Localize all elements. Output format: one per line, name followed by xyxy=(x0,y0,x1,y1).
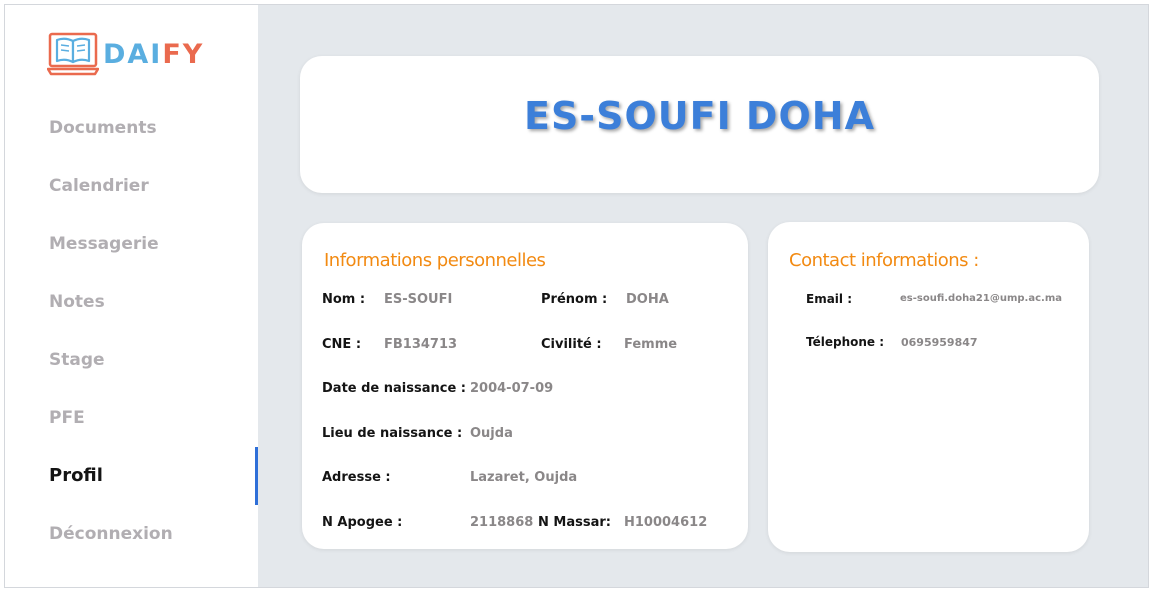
sidebar-item-calendrier[interactable]: Calendrier xyxy=(5,157,258,215)
phone-value: 0695959847 xyxy=(901,336,978,349)
sidebar: DAIFY Documents Calendrier Messagerie No… xyxy=(5,5,258,587)
sidebar-item-deconnexion[interactable]: Déconnexion xyxy=(5,505,258,563)
sidebar-item-pfe[interactable]: PFE xyxy=(5,389,258,447)
phone-label: Télephone : xyxy=(806,335,885,349)
apogee-value: 2118868 xyxy=(470,515,534,530)
email-value: es-soufi.doha21@ump.ac.ma xyxy=(900,293,1062,304)
address-label: Adresse : xyxy=(322,470,391,485)
personal-info-card: Informations personnelles Nom : ES-SOUFI… xyxy=(302,223,748,549)
birthdate-label: Date de naissance : xyxy=(322,381,467,396)
sidebar-item-messagerie[interactable]: Messagerie xyxy=(5,215,258,273)
contact-info-heading: Contact informations : xyxy=(789,250,979,271)
sidebar-item-notes[interactable]: Notes xyxy=(5,273,258,331)
sidebar-item-stage[interactable]: Stage xyxy=(5,331,258,389)
personal-info-heading: Informations personnelles xyxy=(324,250,546,271)
logo-text: DAIFY xyxy=(103,38,205,70)
email-label: Email : xyxy=(806,292,853,306)
prenom-value: DOHA xyxy=(626,292,669,307)
profile-name: ES-SOUFI DOHA xyxy=(523,94,875,138)
sidebar-item-profil[interactable]: Profil xyxy=(5,447,258,505)
birthplace-value: Oujda xyxy=(470,426,513,441)
civilite-label: Civilité : xyxy=(541,337,602,352)
birthdate-value: 2004-07-09 xyxy=(470,381,554,396)
nom-value: ES-SOUFI xyxy=(384,292,453,307)
sidebar-item-documents[interactable]: Documents xyxy=(5,99,258,157)
prenom-label: Prénom : xyxy=(541,292,608,307)
civilite-value: Femme xyxy=(624,337,678,352)
nom-label: Nom : xyxy=(322,292,366,307)
cne-value: FB134713 xyxy=(384,337,458,352)
logo[interactable]: DAIFY xyxy=(47,31,204,77)
massar-value: H10004612 xyxy=(624,515,708,530)
apogee-label: N Apogee : xyxy=(322,515,403,530)
sidebar-nav: Documents Calendrier Messagerie Notes St… xyxy=(5,99,258,563)
contact-info-card: Contact informations : Email : es-soufi.… xyxy=(768,222,1089,552)
cne-label: CNE : xyxy=(322,337,362,352)
address-value: Lazaret, Oujda xyxy=(470,470,578,485)
profile-name-card: ES-SOUFI DOHA xyxy=(300,56,1099,193)
birthplace-label: Lieu de naissance : xyxy=(322,426,463,441)
book-monitor-icon xyxy=(47,32,99,76)
massar-label: N Massar: xyxy=(538,515,611,530)
